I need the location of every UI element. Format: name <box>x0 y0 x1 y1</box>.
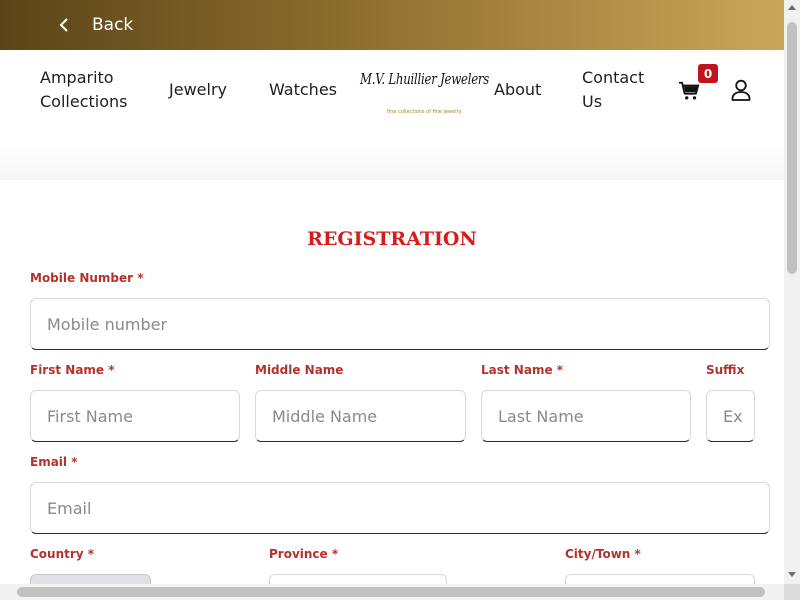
brand-logo[interactable]: M.V. Lhuillier Jewelers fine collections… <box>360 70 490 120</box>
vertical-scrollbar[interactable] <box>784 0 800 584</box>
middle-name-field[interactable] <box>255 390 466 442</box>
first-name-label: First Name * <box>30 363 115 377</box>
mobile-number-label: Mobile Number * <box>30 271 144 285</box>
vertical-scroll-thumb[interactable] <box>787 22 797 274</box>
nav-contact-line1: Contact <box>582 68 645 87</box>
suffix-field[interactable] <box>706 390 755 442</box>
horizontal-scrollbar[interactable] <box>0 584 784 600</box>
top-bar: Back <box>0 0 784 50</box>
nav-watches[interactable]: Watches <box>269 78 337 102</box>
last-name-label: Last Name * <box>481 363 564 377</box>
suffix-label: Suffix <box>706 363 745 377</box>
cart-icon[interactable] <box>678 80 700 102</box>
nav-about[interactable]: About <box>494 78 541 102</box>
mobile-number-field[interactable] <box>30 298 770 350</box>
logo-script: M.V. Lhuillier Jewelers <box>360 70 490 88</box>
cart-count-badge: 0 <box>698 64 718 83</box>
nav-amparito-collections[interactable]: Amparito Collections <box>40 66 127 114</box>
province-label: Province * <box>269 547 339 561</box>
city-town-label: City/Town * <box>565 547 641 561</box>
nav-amparito-line1: Amparito <box>40 68 114 87</box>
nav-contact-us[interactable]: Contact Us <box>582 66 644 114</box>
mobile-number-input[interactable] <box>47 314 769 334</box>
scrollbar-corner <box>784 584 800 600</box>
last-name-field[interactable] <box>481 390 691 442</box>
email-label: Email * <box>30 455 78 469</box>
first-name-input[interactable] <box>47 406 239 426</box>
nav-jewelry[interactable]: Jewelry <box>169 78 227 102</box>
back-label: Back <box>92 15 134 35</box>
last-name-input[interactable] <box>498 406 690 426</box>
suffix-input[interactable] <box>723 406 754 426</box>
back-button[interactable]: Back <box>56 15 133 35</box>
scroll-up-icon[interactable] <box>788 5 796 10</box>
email-input[interactable] <box>47 498 769 518</box>
middle-name-input[interactable] <box>272 406 465 426</box>
first-name-field[interactable] <box>30 390 240 442</box>
horizontal-scroll-thumb[interactable] <box>17 587 765 597</box>
nav-amparito-line2: Collections <box>40 92 128 111</box>
logo-tagline: fine collections of fine jewelry <box>387 109 462 115</box>
chevron-left-icon <box>59 18 68 32</box>
user-icon[interactable] <box>731 79 751 101</box>
registration-title: REGISTRATION <box>307 228 477 250</box>
nav-contact-line2: Us <box>582 92 603 111</box>
email-field[interactable] <box>30 482 770 534</box>
country-label: Country * <box>30 547 95 561</box>
main-nav: Amparito Collections Jewelry Watches M.V… <box>0 50 784 180</box>
scroll-down-icon[interactable] <box>788 572 796 577</box>
middle-name-label: Middle Name <box>255 363 344 377</box>
